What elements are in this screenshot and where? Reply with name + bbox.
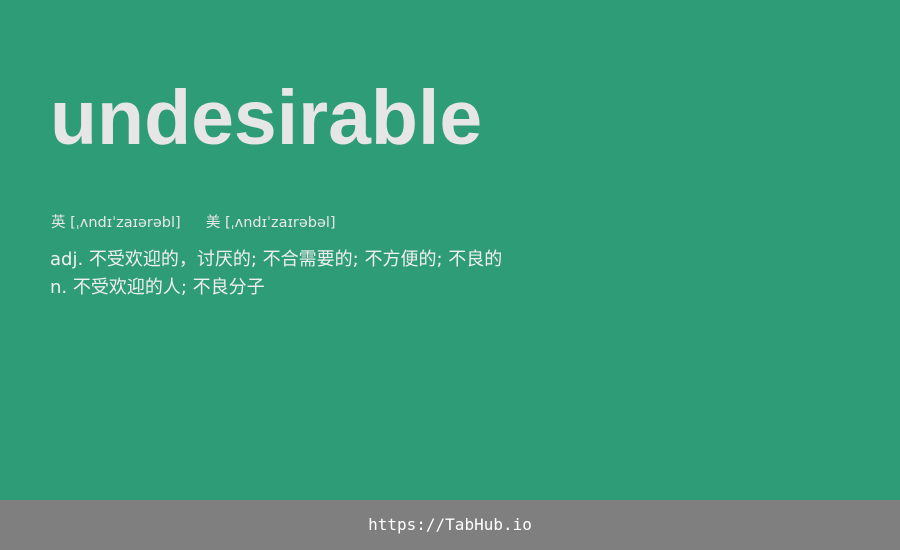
definition-adjective: adj. 不受欢迎的，讨厌的; 不合需要的; 不方便的; 不良的 (50, 249, 503, 270)
tabhub-link[interactable]: https://TabHub.io (368, 514, 532, 536)
footer-bar: https://TabHub.io (0, 500, 900, 550)
definitions-list: adj. 不受欢迎的，讨厌的; 不合需要的; 不方便的; 不良的 n. 不受欢迎… (50, 246, 502, 302)
word-title: undesirable (50, 75, 483, 161)
us-phonetic: [ˌʌndɪˈzaɪrəbəl] (225, 215, 336, 231)
definition-noun: n. 不受欢迎的人; 不良分子 (50, 277, 265, 298)
word-card: undesirable 英 [ˌʌndɪˈzaɪərəbl] 美 [ˌʌndɪˈ… (0, 0, 900, 500)
phonetics-row: 英 [ˌʌndɪˈzaɪərəbl] 美 [ˌʌndɪˈzaɪrəbəl] (51, 213, 336, 233)
uk-label: 英 (51, 215, 66, 231)
us-label: 美 (205, 215, 221, 231)
uk-phonetic: [ˌʌndɪˈzaɪərəbl] (70, 215, 181, 231)
